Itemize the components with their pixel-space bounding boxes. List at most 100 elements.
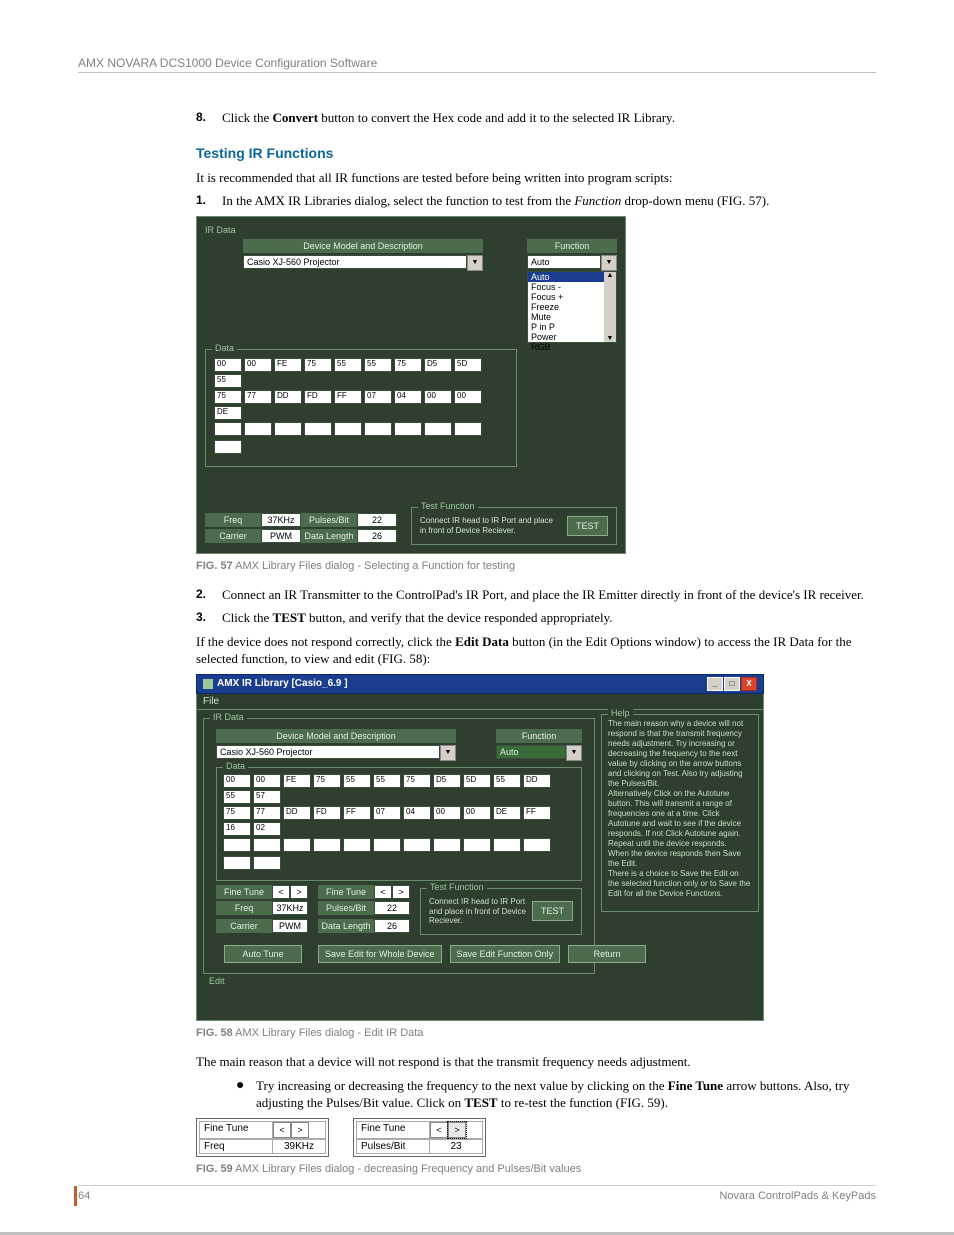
hex-cell[interactable] [244, 422, 272, 436]
hex-cell[interactable]: 00 [244, 358, 272, 372]
test-button[interactable]: TEST [567, 516, 608, 536]
hex-cell[interactable]: FE [283, 774, 311, 788]
hex-cell[interactable]: 5D [454, 358, 482, 372]
hex-cell[interactable] [214, 440, 242, 454]
hex-cell[interactable]: DD [274, 390, 302, 404]
carrier-value-58[interactable]: PWM [272, 919, 308, 933]
test-button-58[interactable]: TEST [532, 901, 573, 921]
hex-cell[interactable]: FF [343, 806, 371, 820]
hex-cell[interactable] [463, 838, 491, 852]
hex-cell[interactable]: 75 [304, 358, 332, 372]
hex-cell[interactable]: DE [493, 806, 521, 820]
hex-cell[interactable] [454, 422, 482, 436]
hex-cell[interactable]: 57 [253, 790, 281, 804]
hex-cell[interactable]: 00 [214, 358, 242, 372]
hex-cell[interactable]: 75 [223, 806, 251, 820]
hex-cell[interactable] [433, 838, 461, 852]
scroll-up-icon[interactable]: ▲ [604, 272, 616, 279]
maximize-button[interactable]: □ [724, 677, 740, 691]
hex-cell[interactable] [364, 422, 392, 436]
hex-cell[interactable]: 75 [394, 358, 422, 372]
hex-cell[interactable]: 00 [454, 390, 482, 404]
pulses-value-58[interactable]: 22 [374, 901, 410, 915]
hex-cell[interactable]: 55 [373, 774, 401, 788]
function-option[interactable]: Mute [528, 312, 616, 322]
hex-cell[interactable] [334, 422, 362, 436]
inc-arrow-icon[interactable]: > [448, 1122, 466, 1138]
hex-cell[interactable]: FD [304, 390, 332, 404]
function-option[interactable]: RGB [528, 342, 616, 352]
desc-dropdown-icon[interactable]: ▼ [467, 255, 483, 271]
hex-cell[interactable]: 77 [253, 806, 281, 820]
listbox-scrollbar[interactable]: ▲▼ [604, 272, 616, 342]
hex-cell[interactable] [223, 838, 251, 852]
return-button[interactable]: Return [568, 945, 646, 963]
hex-cell[interactable]: 02 [253, 822, 281, 836]
hex-cell[interactable]: 75 [403, 774, 431, 788]
finetune-right-inc[interactable]: > [392, 885, 410, 899]
pulses-value[interactable]: 22 [357, 513, 397, 527]
hex-cell[interactable] [283, 838, 311, 852]
hex-cell[interactable]: 55 [493, 774, 521, 788]
datalen-value[interactable]: 26 [357, 529, 397, 543]
desc-input[interactable]: Casio XJ-560 Projector [243, 255, 467, 269]
hex-cell[interactable]: 07 [364, 390, 392, 404]
function-option[interactable]: Freeze [528, 302, 616, 312]
hex-cell[interactable]: 07 [373, 806, 401, 820]
hex-cell[interactable]: DD [523, 774, 551, 788]
hex-cell[interactable] [223, 856, 251, 870]
hex-cell[interactable] [424, 422, 452, 436]
hex-cell[interactable] [304, 422, 332, 436]
hex-cell[interactable]: DD [283, 806, 311, 820]
function-dropdown-icon-58[interactable]: ▼ [566, 745, 582, 761]
function-option[interactable]: Focus + [528, 292, 616, 302]
hex-cell[interactable]: D5 [433, 774, 461, 788]
autotune-button[interactable]: Auto Tune [224, 945, 302, 963]
function-value-58[interactable]: Auto [496, 745, 566, 759]
function-value[interactable]: Auto [527, 255, 601, 269]
hex-cell[interactable] [313, 838, 341, 852]
menu-file[interactable]: File [203, 696, 219, 707]
hex-cell[interactable] [253, 856, 281, 870]
finetune-left-dec[interactable]: < [272, 885, 290, 899]
pulses-value-59[interactable]: 23 [430, 1140, 482, 1153]
function-option[interactable]: Power [528, 332, 616, 342]
hex-cell[interactable]: 77 [244, 390, 272, 404]
freq-value-59[interactable]: 39KHz [273, 1140, 325, 1153]
hex-cell[interactable] [274, 422, 302, 436]
hex-cell[interactable]: 00 [433, 806, 461, 820]
desc-dropdown-icon-58[interactable]: ▼ [440, 745, 456, 761]
hex-cell[interactable] [394, 422, 422, 436]
finetune-right-dec[interactable]: < [374, 885, 392, 899]
hex-cell[interactable]: 00 [253, 774, 281, 788]
hex-cell[interactable]: DE [214, 406, 242, 420]
scroll-down-icon[interactable]: ▼ [604, 335, 616, 342]
hex-cell[interactable]: D5 [424, 358, 452, 372]
desc-input-58[interactable]: Casio XJ-560 Projector [216, 745, 440, 759]
hex-cell[interactable]: 00 [424, 390, 452, 404]
freq-value[interactable]: 37KHz [261, 513, 301, 527]
hex-cell[interactable] [214, 422, 242, 436]
hex-cell[interactable]: FF [334, 390, 362, 404]
hex-cell[interactable]: 75 [214, 390, 242, 404]
function-dropdown-icon[interactable]: ▼ [601, 255, 617, 271]
minimize-button[interactable]: _ [707, 677, 723, 691]
hex-cell[interactable]: FF [523, 806, 551, 820]
carrier-value[interactable]: PWM [261, 529, 301, 543]
hex-cell[interactable]: 00 [463, 806, 491, 820]
hex-cell[interactable]: 16 [223, 822, 251, 836]
hex-cell[interactable]: 55 [223, 790, 251, 804]
hex-cell[interactable]: 5D [463, 774, 491, 788]
hex-cell[interactable]: 55 [343, 774, 371, 788]
save-whole-button[interactable]: Save Edit for Whole Device [318, 945, 442, 963]
hex-cell[interactable]: 75 [313, 774, 341, 788]
hex-cell[interactable] [343, 838, 371, 852]
close-button[interactable]: X [741, 677, 757, 691]
function-option[interactable]: Auto [528, 272, 616, 282]
hex-cell[interactable] [403, 838, 431, 852]
hex-cell[interactable]: 55 [214, 374, 242, 388]
freq-value-58[interactable]: 37KHz [272, 901, 308, 915]
hex-cell[interactable]: 55 [364, 358, 392, 372]
inc-arrow-icon[interactable]: > [291, 1122, 309, 1138]
datalen-value-58[interactable]: 26 [374, 919, 410, 933]
